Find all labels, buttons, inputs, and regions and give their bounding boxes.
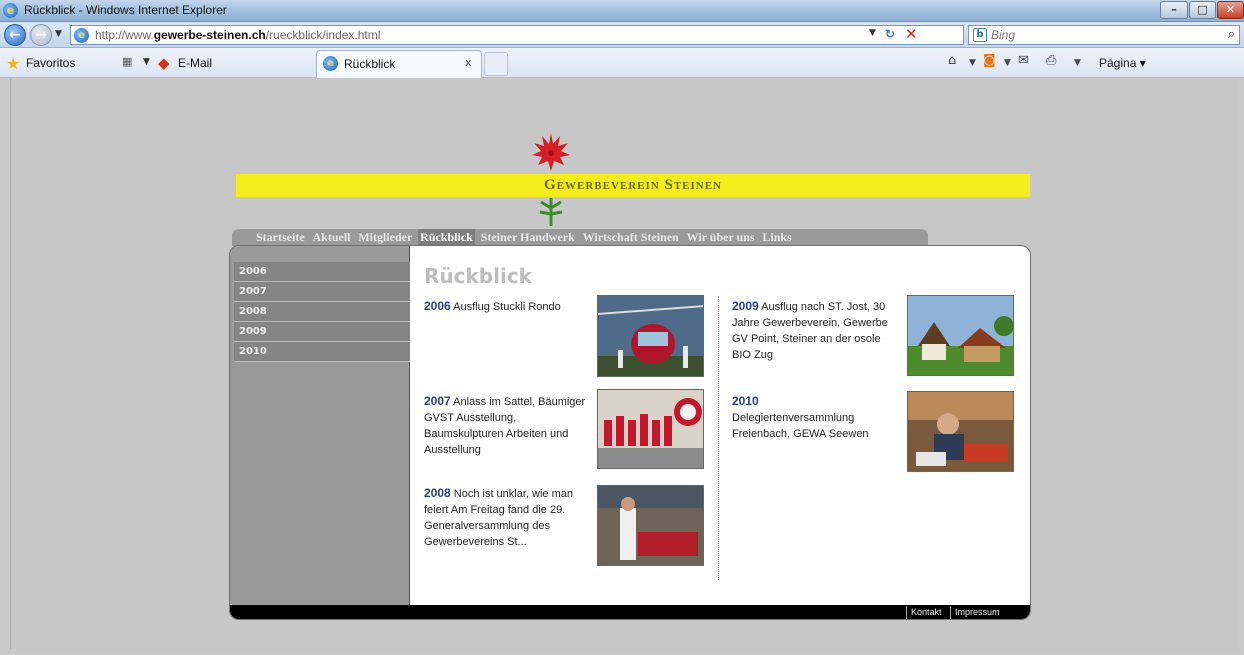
maximize-button[interactable]: □ bbox=[1189, 1, 1216, 19]
quick-tabs-icon[interactable]: ▦ bbox=[122, 55, 132, 68]
email-icon[interactable]: ◆ bbox=[158, 54, 170, 72]
nav-wirtschaft-steinen[interactable]: Wirtschaft Steinen bbox=[581, 229, 681, 245]
sidebar-year-2007[interactable]: 2007 bbox=[234, 282, 410, 302]
email-favorite-link[interactable]: E-Mail bbox=[178, 56, 212, 70]
sidebar-year-2008[interactable]: 2008 bbox=[234, 302, 410, 322]
window-title: Rückblick - Windows Internet Explorer bbox=[24, 3, 227, 17]
history-dropdown-icon[interactable]: ▼ bbox=[55, 29, 62, 39]
sidebar-year-2010[interactable]: 2010 bbox=[234, 342, 410, 362]
new-tab-button[interactable] bbox=[484, 52, 508, 76]
tab-label: Rückblick bbox=[344, 57, 396, 71]
entry-2006[interactable]: 2006 Ausflug Stuckli Rondo bbox=[424, 298, 594, 315]
entry-year[interactable]: 2006 bbox=[424, 299, 451, 313]
window-title-bar: e Rückblick - Windows Internet Explorer … bbox=[0, 0, 1244, 22]
thumbnail-2007[interactable] bbox=[597, 389, 704, 469]
page-menu-button[interactable]: Página ▾ bbox=[1099, 56, 1146, 70]
entry-text[interactable]: Delegiertenversammlung Freienbach, GEWA … bbox=[732, 412, 869, 440]
year-sidebar: 2006 2007 2008 2009 2010 bbox=[230, 246, 410, 619]
thumbnail-2008[interactable] bbox=[597, 485, 704, 566]
entry-year[interactable]: 2007 bbox=[424, 394, 451, 408]
thumbnail-2009[interactable] bbox=[907, 295, 1014, 376]
eagle-logo-icon bbox=[532, 133, 570, 171]
entry-text[interactable]: Ausflug Stuckli Rondo bbox=[453, 301, 561, 313]
address-toolbar: ← → ▼ e http://www.gewerbe-steinen.ch/ru… bbox=[0, 22, 1244, 48]
footer-separator bbox=[906, 606, 907, 619]
footer-link-kontakt[interactable]: Kontakt bbox=[911, 607, 942, 617]
entry-2007[interactable]: 2007 Anlass im Sattel, Bäumiger GVST Aus… bbox=[424, 393, 594, 458]
bing-icon: b bbox=[973, 28, 987, 42]
column-divider bbox=[718, 296, 719, 580]
sidebar-year-2006[interactable]: 2006 bbox=[234, 262, 410, 282]
thumbnail-2010[interactable] bbox=[907, 391, 1014, 472]
refresh-icon[interactable]: ↻ bbox=[885, 27, 895, 41]
quick-tabs-dropdown-icon[interactable]: ▼ bbox=[143, 57, 150, 67]
tab-close-icon[interactable]: x bbox=[465, 56, 472, 69]
nav-startseite[interactable]: Startseite bbox=[254, 229, 307, 245]
print-dropdown-icon[interactable]: ▼ bbox=[1074, 58, 1081, 68]
site-title: Gewerbeverein Steinen bbox=[543, 177, 723, 193]
thumbnail-2006[interactable] bbox=[597, 295, 704, 377]
home-icon[interactable]: ⌂ bbox=[948, 53, 956, 68]
tab-rueckblick[interactable]: e Rückblick x bbox=[316, 50, 482, 78]
entry-year[interactable]: 2010 bbox=[732, 394, 759, 408]
page-footer: Kontakt Impressum bbox=[230, 605, 1030, 619]
search-icon[interactable]: ⌕ bbox=[1228, 27, 1235, 42]
nav-mitglieder[interactable]: Mitglieder bbox=[356, 229, 414, 245]
search-input[interactable] bbox=[991, 27, 1211, 43]
back-button[interactable]: ← bbox=[4, 24, 26, 46]
entry-year[interactable]: 2008 bbox=[424, 486, 451, 500]
entry-2008[interactable]: 2008 Noch ist unklar, wie man feiert Am … bbox=[424, 485, 594, 550]
nav-rueckblick[interactable]: Rückblick bbox=[418, 229, 475, 245]
print-icon[interactable]: ⎙ bbox=[1046, 53, 1056, 68]
favorites-tab-bar: ★ Favoritos ▦ ▼ ◆ E-Mail e Rückblick x ⌂… bbox=[0, 48, 1244, 78]
address-url[interactable]: http://www.gewerbe-steinen.ch/rueckblick… bbox=[95, 28, 380, 42]
nav-aktuell[interactable]: Aktuell bbox=[310, 229, 352, 245]
site-navigation: Startseite Aktuell Mitglieder Rückblick … bbox=[232, 229, 928, 246]
content-panel: 2006 2007 2008 2009 2010 Rückblick 2006 … bbox=[229, 245, 1031, 620]
nav-steiner-handwerk[interactable]: Steiner Handwerk bbox=[479, 229, 577, 245]
page-heading: Rückblick bbox=[424, 264, 532, 288]
footer-link-impressum[interactable]: Impressum bbox=[955, 607, 1000, 617]
minimize-button[interactable]: – bbox=[1160, 1, 1188, 19]
site-banner: Gewerbeverein Steinen bbox=[236, 174, 1030, 197]
home-dropdown-icon[interactable]: ▼ bbox=[969, 58, 976, 68]
stop-icon[interactable]: ✕ bbox=[905, 25, 918, 43]
feeds-dropdown-icon[interactable]: ▼ bbox=[1004, 58, 1011, 68]
tab-page-icon: e bbox=[323, 56, 338, 71]
internet-explorer-icon: e bbox=[3, 3, 18, 18]
nav-wir-ueber-uns[interactable]: Wir über uns bbox=[685, 229, 757, 245]
page-icon: e bbox=[74, 28, 89, 43]
favorites-button[interactable]: Favoritos bbox=[26, 56, 75, 70]
sidebar-year-2009[interactable]: 2009 bbox=[234, 322, 410, 342]
search-box[interactable]: b ⌕ bbox=[968, 25, 1240, 45]
nav-links[interactable]: Links bbox=[760, 229, 793, 245]
entry-2009[interactable]: 2009 Ausflug nach ST. Jost, 30 Jahre Gew… bbox=[732, 298, 902, 363]
favorites-star-icon[interactable]: ★ bbox=[6, 54, 20, 73]
entry-year[interactable]: 2009 bbox=[732, 299, 759, 313]
rss-feed-icon[interactable]: ◙ bbox=[983, 53, 996, 68]
close-window-button[interactable]: ✕ bbox=[1217, 1, 1244, 19]
address-dropdown-icon[interactable]: ▼ bbox=[869, 28, 876, 38]
address-field[interactable]: e http://www.gewerbe-steinen.ch/rueckbli… bbox=[70, 25, 964, 45]
entry-2010[interactable]: 2010 Delegiertenversammlung Freienbach, … bbox=[732, 393, 902, 442]
forward-button[interactable]: → bbox=[30, 24, 52, 46]
footer-separator bbox=[950, 606, 951, 619]
flower-logo-icon bbox=[539, 198, 563, 226]
read-mail-icon[interactable]: ✉ bbox=[1018, 53, 1029, 68]
